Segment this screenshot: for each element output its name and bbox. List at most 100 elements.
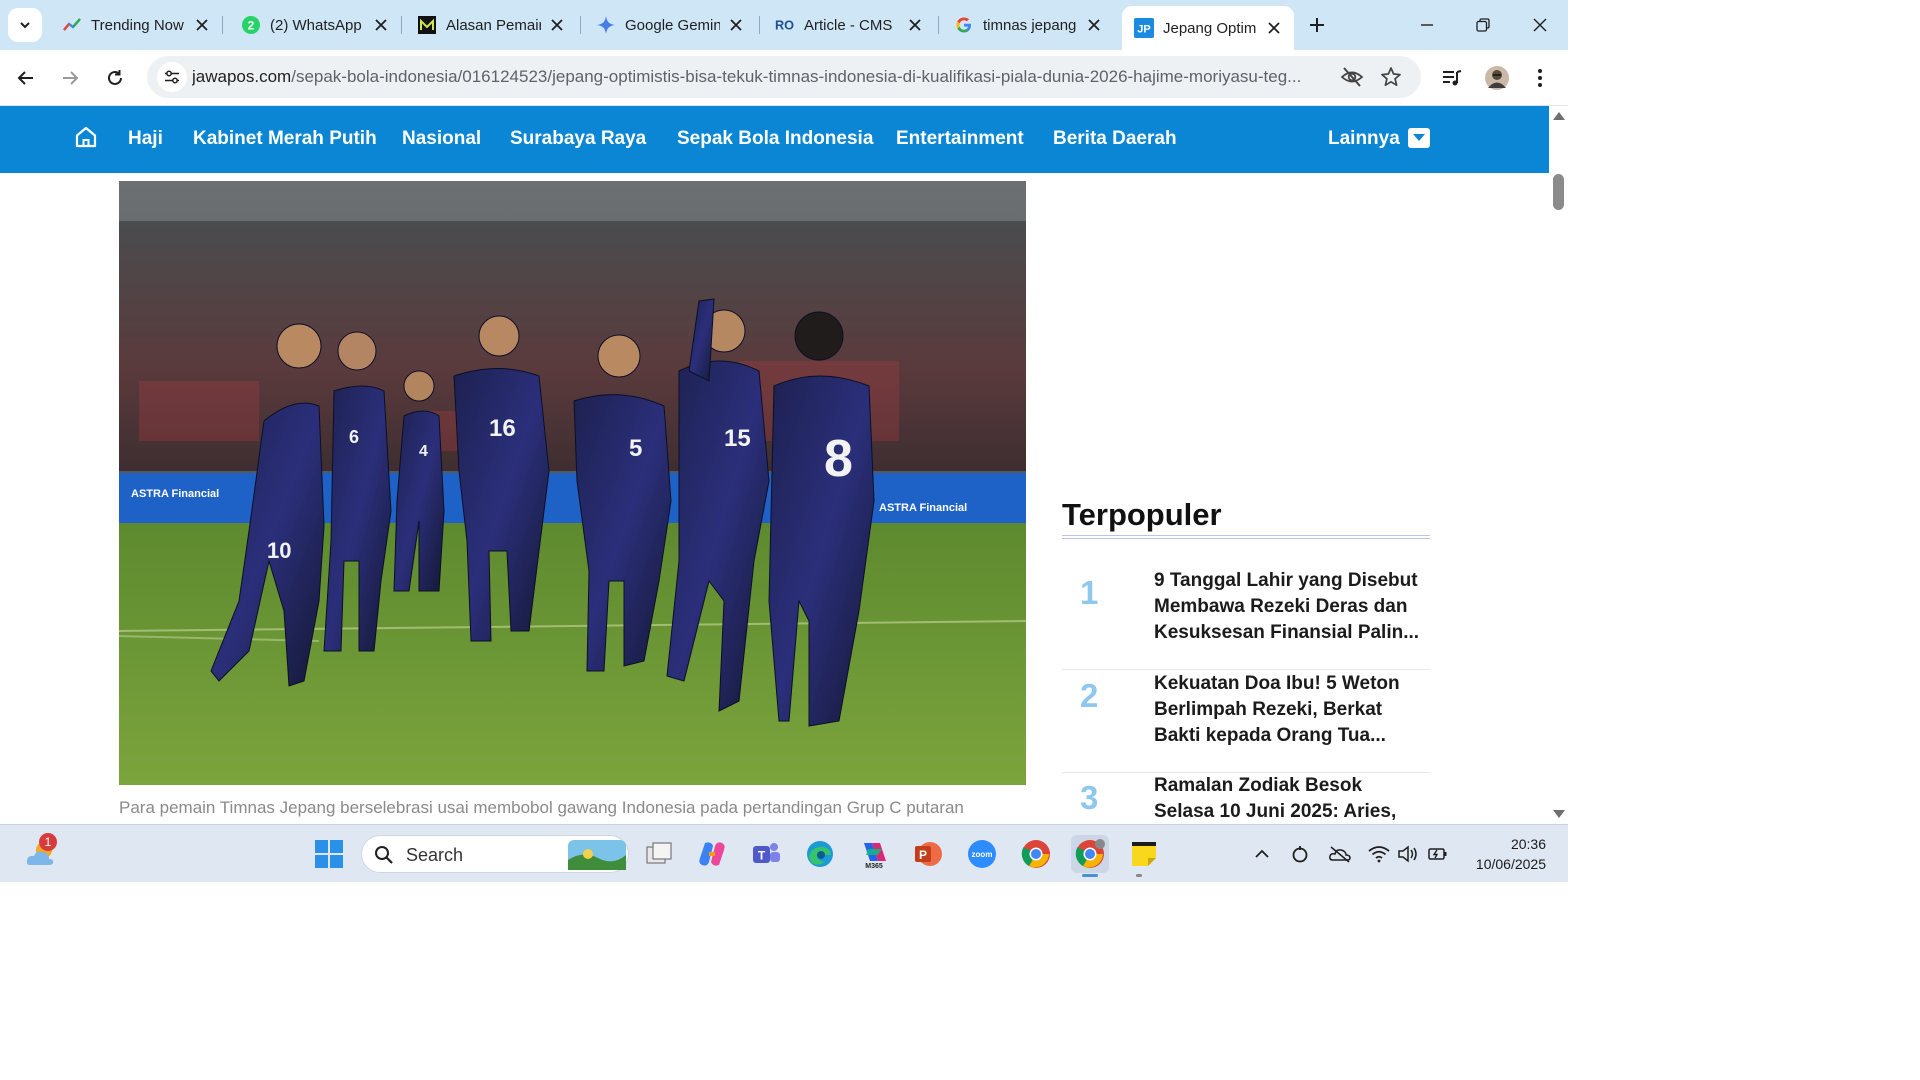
- restore-icon: [1476, 18, 1490, 32]
- copilot-app[interactable]: [693, 835, 731, 873]
- battery-status[interactable]: [1426, 842, 1450, 866]
- popular-headline-link[interactable]: Kekuatan Doa Ibu! 5 Weton Berlimpah Reze…: [1154, 671, 1420, 749]
- sync-tray-button[interactable]: [1288, 842, 1312, 866]
- google-g-icon: [954, 15, 974, 35]
- jersey-number: 5: [629, 435, 642, 462]
- popular-headline-link[interactable]: 9 Tanggal Lahir yang Disebut Membawa Rez…: [1154, 568, 1420, 646]
- popular-item[interactable]: 2 Kekuatan Doa Ibu! 5 Weton Berlimpah Re…: [1062, 671, 1430, 773]
- edge-icon: [807, 841, 833, 867]
- popular-headline-link[interactable]: Ramalan Zodiak Besok Selasa 10 Juni 2025…: [1154, 773, 1420, 824]
- minimize-button[interactable]: [1404, 8, 1450, 42]
- site-info-button[interactable]: [157, 62, 187, 92]
- edge-app[interactable]: [801, 835, 839, 873]
- search-icon: [375, 846, 393, 864]
- nav-item-kabinet-merah-putih[interactable]: Kabinet Merah Putih: [193, 128, 377, 150]
- browser-tab[interactable]: Google Gemin: [584, 8, 756, 42]
- onedrive-tray-button[interactable]: [1328, 842, 1352, 866]
- chevron-up-icon: [1255, 849, 1269, 858]
- scroll-up-arrow-icon[interactable]: [1553, 112, 1565, 120]
- teams-app[interactable]: T: [747, 835, 785, 873]
- nav-item-sepak-bola-indonesia[interactable]: Sepak Bola Indonesia: [677, 128, 873, 150]
- jersey-number: 10: [267, 538, 291, 563]
- sticky-notes-app[interactable]: [1125, 835, 1163, 873]
- tab-separator: [580, 16, 581, 34]
- sticky-notes-icon: [1132, 842, 1156, 866]
- forward-button[interactable]: [54, 62, 86, 94]
- clock-date: 10/06/2025: [1475, 856, 1546, 872]
- browser-tab-active[interactable]: JP Jepang Optim: [1122, 6, 1294, 50]
- zoom-icon: zoom: [968, 840, 996, 868]
- zoom-app[interactable]: zoom: [963, 835, 1001, 873]
- start-button[interactable]: [310, 835, 348, 873]
- svg-text:T: T: [758, 849, 766, 863]
- tab-title: Google Gemin: [625, 16, 720, 34]
- close-icon[interactable]: [371, 15, 391, 35]
- media-controls-button[interactable]: [1436, 62, 1468, 94]
- scrollbar-thumb[interactable]: [1553, 174, 1564, 210]
- minimize-icon: [1421, 24, 1433, 26]
- svg-text:RO: RO: [775, 18, 794, 33]
- close-window-button[interactable]: [1517, 8, 1563, 42]
- chrome-app[interactable]: [1017, 835, 1055, 873]
- running-app-indicator: [1136, 874, 1142, 877]
- popular-rank: 3: [1080, 779, 1099, 816]
- arrow-left-icon: [17, 71, 33, 85]
- close-icon[interactable]: [905, 15, 925, 35]
- close-icon[interactable]: [726, 15, 746, 35]
- browser-tab[interactable]: 2 (2) WhatsApp: [229, 8, 401, 42]
- close-icon[interactable]: [192, 15, 212, 35]
- taskbar-clock[interactable]: 20:36 10/06/2025: [1458, 834, 1546, 874]
- browser-tab[interactable]: RO Article - CMS: [763, 8, 935, 42]
- task-view-button[interactable]: [640, 835, 678, 873]
- tracking-protection-button[interactable]: [1340, 65, 1364, 89]
- svg-text:zoom: zoom: [972, 850, 993, 859]
- reload-button[interactable]: [99, 62, 131, 94]
- browser-tab[interactable]: timnas jepang: [942, 8, 1114, 42]
- cloud-off-icon: [1329, 846, 1351, 863]
- caret-down-icon[interactable]: [1408, 128, 1430, 148]
- more-vertical-icon: [1538, 69, 1542, 87]
- tune-icon: [165, 70, 179, 84]
- popular-item[interactable]: 1 9 Tanggal Lahir yang Disebut Membawa R…: [1062, 568, 1430, 670]
- back-button[interactable]: [10, 62, 42, 94]
- new-tab-button[interactable]: [1303, 11, 1331, 39]
- active-app-indicator: [1082, 874, 1098, 877]
- article-hero-photo: ASTRA Financial ASTRA Financial 10 6 4 1…: [119, 181, 1026, 785]
- home-icon[interactable]: [74, 125, 98, 149]
- taskbar-search-box[interactable]: Search: [361, 835, 629, 873]
- bookmark-button[interactable]: [1379, 65, 1403, 89]
- powerpoint-app[interactable]: P: [909, 835, 947, 873]
- svg-text:2: 2: [248, 19, 255, 33]
- show-hidden-icons-button[interactable]: [1250, 842, 1274, 866]
- close-icon[interactable]: [547, 15, 567, 35]
- sync-icon: [1292, 846, 1308, 863]
- divider: [1062, 535, 1430, 536]
- search-highlight-icon: [568, 840, 626, 870]
- url-text[interactable]: jawapos.com/sepak-bola-indonesia/0161245…: [192, 67, 1327, 87]
- wifi-status[interactable]: [1367, 842, 1391, 866]
- teams-icon: T: [753, 843, 780, 863]
- chrome-icon: [1021, 840, 1050, 868]
- browser-menu-button[interactable]: [1524, 62, 1556, 94]
- scroll-down-arrow-icon[interactable]: [1553, 810, 1565, 818]
- nav-item-nasional[interactable]: Nasional: [402, 128, 481, 150]
- nav-item-entertainment[interactable]: Entertainment: [896, 128, 1024, 150]
- browser-tab[interactable]: Trending Now: [50, 8, 222, 42]
- nav-item-berita-daerah[interactable]: Berita Daerah: [1053, 128, 1177, 150]
- profile-avatar[interactable]: [1481, 62, 1513, 94]
- address-bar[interactable]: jawapos.com/sepak-bola-indonesia/0161245…: [147, 56, 1421, 98]
- browser-tab[interactable]: Alasan Pemair: [405, 8, 577, 42]
- close-icon[interactable]: [1084, 15, 1104, 35]
- tab-search-button[interactable]: [8, 8, 42, 42]
- page-scrollbar[interactable]: [1549, 106, 1568, 824]
- nav-item-haji[interactable]: Haji: [128, 128, 163, 150]
- nav-more-link[interactable]: Lainnya: [1328, 128, 1400, 150]
- microsoft-365-app[interactable]: M365: [855, 835, 893, 873]
- close-icon[interactable]: [1264, 18, 1284, 38]
- jersey-number: 6: [349, 427, 359, 447]
- chrome-profile-app[interactable]: [1071, 835, 1109, 873]
- divider: [1062, 538, 1430, 539]
- nav-item-surabaya-raya[interactable]: Surabaya Raya: [510, 128, 646, 150]
- volume-status[interactable]: [1396, 842, 1420, 866]
- restore-button[interactable]: [1460, 8, 1506, 42]
